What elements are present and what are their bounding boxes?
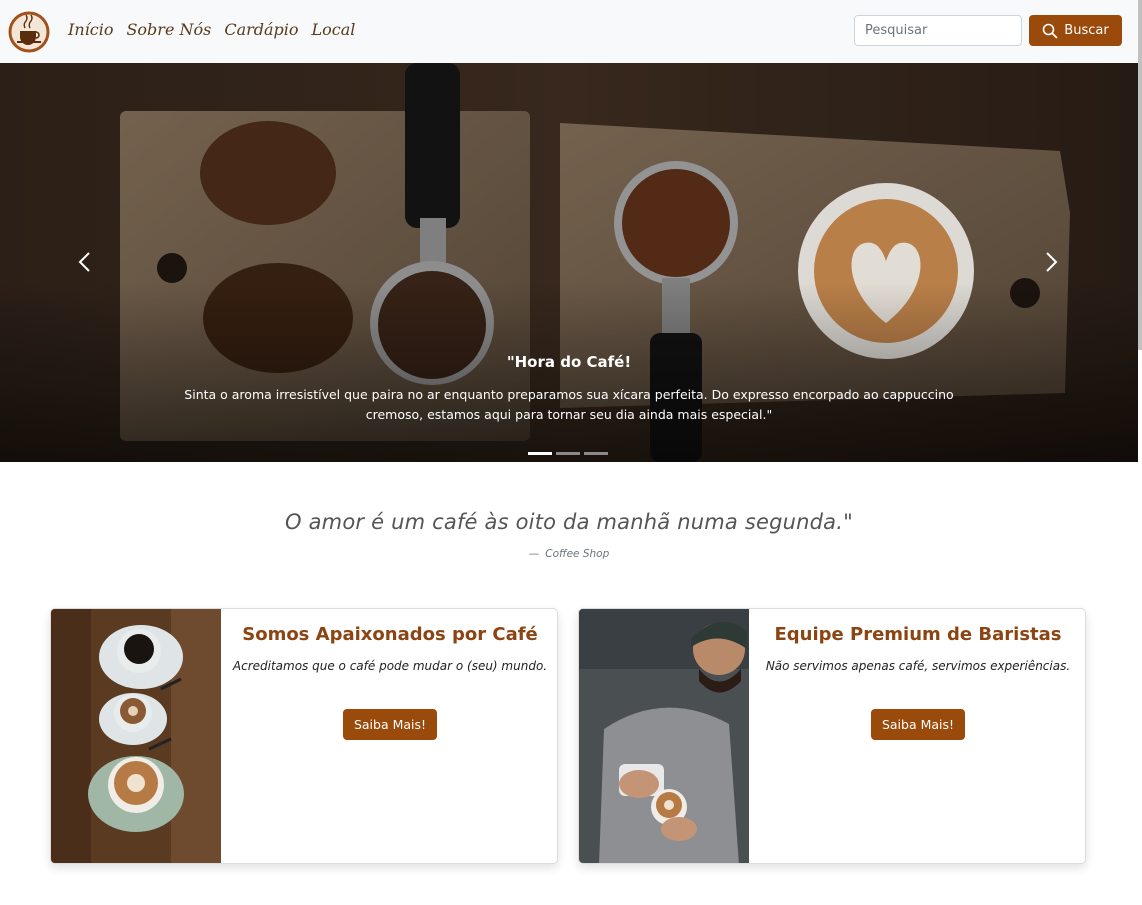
nav-link-local[interactable]: Local [312, 20, 356, 39]
chevron-left-icon [78, 252, 90, 272]
card-body: Somos Apaixonados por Café Acreditamos q… [221, 609, 557, 863]
carousel-indicator-1[interactable] [528, 452, 552, 455]
carousel-indicator-3[interactable] [584, 452, 608, 455]
learn-more-button[interactable]: Saiba Mais! [342, 709, 438, 740]
carousel-prev-button[interactable] [70, 247, 100, 277]
card-title: Equipe Premium de Baristas [774, 624, 1062, 645]
learn-more-button[interactable]: Saiba Mais! [870, 709, 966, 740]
quote-source: Coffee Shop [545, 548, 610, 560]
carousel-indicator-2[interactable] [556, 452, 580, 455]
nav-links: Início Sobre Nós Cardápio Local [68, 20, 368, 39]
card-text: Não servimos apenas café, servimos exper… [765, 659, 1071, 673]
nav-link-sobre-nos[interactable]: Sobre Nós [126, 20, 211, 39]
hero-carousel: "Hora do Café! Sinta o aroma irresistíve… [0, 63, 1138, 462]
search-input[interactable] [854, 15, 1022, 46]
feature-card-baristas: Equipe Premium de Baristas Não servimos … [578, 608, 1086, 864]
chevron-right-icon [1046, 252, 1058, 272]
carousel-caption-title: "Hora do Café! [506, 353, 632, 371]
quote-block: O amor é um café às oito da manhã numa s… [0, 510, 1138, 560]
card-text: Acreditamos que o café pode mudar o (seu… [232, 659, 548, 673]
search-icon [1042, 23, 1058, 39]
carousel-caption-text: Sinta o aroma irresistível que paira no … [184, 387, 954, 422]
nav-link-cardapio[interactable]: Cardápio [224, 20, 298, 39]
quote-dash: — [528, 548, 540, 560]
barista-image [579, 609, 749, 863]
navbar: Início Sobre Nós Cardápio Local Buscar [0, 0, 1138, 63]
feature-card-passion: Somos Apaixonados por Café Acreditamos q… [50, 608, 558, 864]
coffee-cups-image [51, 609, 221, 863]
carousel-indicators [528, 452, 608, 455]
nav-link-inicio[interactable]: Início [68, 20, 113, 39]
page-scrollbar[interactable] [1138, 0, 1142, 350]
carousel-next-button[interactable] [1036, 247, 1066, 277]
carousel-caption: "Hora do Café! Sinta o aroma irresistíve… [160, 353, 978, 425]
search-button[interactable]: Buscar [1029, 15, 1122, 46]
quote-text: O amor é um café às oito da manhã numa s… [285, 510, 853, 534]
quote-footer: — Coffee Shop [0, 548, 1138, 560]
coffee-cup-logo-icon[interactable] [8, 9, 50, 53]
card-title: Somos Apaixonados por Café [242, 624, 538, 645]
card-body: Equipe Premium de Baristas Não servimos … [749, 609, 1085, 863]
search-button-label: Buscar [1064, 23, 1109, 38]
